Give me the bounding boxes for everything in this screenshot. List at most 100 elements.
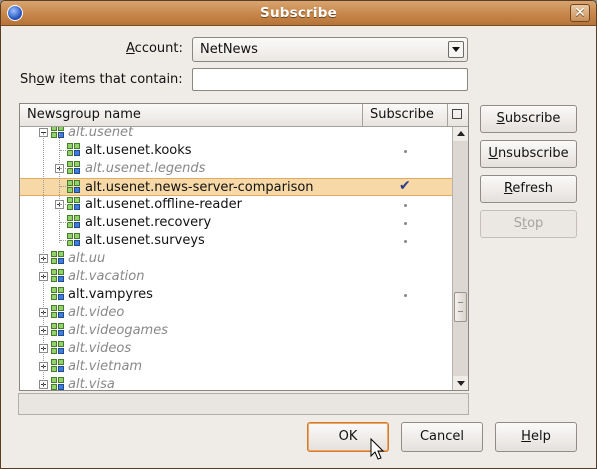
- tree-row[interactable]: alt.usenet.news-server-comparison ✔: [20, 178, 452, 196]
- newsgroup-name: alt.uu: [68, 251, 106, 266]
- tree-row[interactable]: alt.usenet: [20, 127, 452, 142]
- newsgroup-name: alt.video: [68, 305, 125, 320]
- subscribe-toggle[interactable]: [400, 340, 410, 358]
- tree-row[interactable]: alt.usenet.recovery: [20, 214, 452, 232]
- subscribe-button[interactable]: Subscribe: [480, 105, 577, 133]
- newsgroup-icon: [51, 359, 66, 374]
- mouse-pointer-icon: [370, 438, 385, 460]
- subscribe-dialog: Subscribe ✕ Account: NetNews Show items …: [0, 0, 597, 469]
- newsgroup-name: alt.usenet.legends: [85, 161, 206, 176]
- newsgroup-name: alt.usenet.surveys: [85, 233, 205, 248]
- tree-row[interactable]: alt.vampyres: [20, 286, 452, 304]
- tree-guide-line: [60, 186, 68, 187]
- newsgroup-name: alt.usenet.news-server-comparison: [85, 180, 314, 195]
- arrow-up-icon: [457, 131, 465, 136]
- subscribe-toggle[interactable]: [400, 160, 410, 178]
- tree-guide-line: [60, 150, 68, 151]
- close-icon: ✕: [574, 5, 586, 21]
- newsgroup-icon: [51, 305, 66, 320]
- subscribe-toggle[interactable]: [400, 142, 410, 160]
- newsgroup-icon: [67, 215, 82, 230]
- tree-row[interactable]: alt.visa: [20, 376, 452, 390]
- subscribe-toggle[interactable]: [400, 214, 410, 232]
- account-label: Account:: [126, 41, 183, 56]
- newsgroup-icon: [67, 180, 82, 195]
- column-header-subscribe[interactable]: Subscribe: [363, 104, 448, 126]
- filter-label: Show items that contain:: [20, 72, 183, 87]
- unsubscribed-dot-icon: [404, 294, 407, 297]
- tree-guide-line: [60, 222, 68, 223]
- unsubscribed-dot-icon: [404, 150, 407, 153]
- dropdown-arrow-button[interactable]: [448, 41, 464, 58]
- newsgroup-icon: [51, 377, 66, 390]
- close-button[interactable]: ✕: [570, 4, 590, 22]
- newsgroup-name: alt.vampyres: [68, 287, 153, 302]
- tree-rows: alt.usenet alt.usenet.kooks alt.usenet.leg…: [20, 127, 452, 390]
- newsgroup-name: alt.videogames: [68, 323, 168, 338]
- newsgroup-icon: [67, 197, 82, 212]
- newsgroup-icon: [51, 341, 66, 356]
- tree-guide-line: [60, 168, 68, 169]
- newsgroup-icon: [67, 143, 82, 158]
- subscribe-toggle[interactable]: [400, 127, 410, 142]
- column-header-name[interactable]: Newsgroup name: [20, 104, 363, 126]
- newsgroup-name: alt.vacation: [68, 269, 145, 284]
- cancel-button[interactable]: Cancel: [401, 422, 483, 452]
- scroll-up-button[interactable]: [453, 127, 468, 141]
- status-bar: [18, 393, 469, 415]
- subscribe-toggle[interactable]: [400, 322, 410, 340]
- newsgroup-icon: [51, 251, 66, 266]
- unsubscribed-dot-icon: [404, 222, 407, 225]
- refresh-button[interactable]: Refresh: [480, 175, 577, 203]
- subscribe-toggle[interactable]: [400, 304, 410, 322]
- subscribe-toggle[interactable]: [400, 250, 410, 268]
- newsgroup-name: alt.usenet.kooks: [85, 143, 192, 158]
- account-value: NetNews: [200, 42, 258, 57]
- window-title: Subscribe: [260, 5, 337, 21]
- column-picker-button[interactable]: [448, 104, 468, 126]
- stop-button[interactable]: Stop: [480, 210, 577, 238]
- newsgroup-name: alt.usenet: [68, 127, 134, 140]
- tree-row[interactable]: alt.usenet.offline-reader: [20, 196, 452, 214]
- scroll-down-button[interactable]: [453, 376, 468, 390]
- tree-row[interactable]: alt.usenet.surveys: [20, 232, 452, 250]
- title-bar[interactable]: Subscribe ✕: [1, 1, 596, 26]
- unsubscribed-dot-icon: [404, 240, 407, 243]
- subscribe-toggle[interactable]: [400, 286, 410, 304]
- newsgroup-icon: [67, 161, 82, 176]
- tree-row[interactable]: alt.uu: [20, 250, 452, 268]
- help-button[interactable]: Help: [495, 422, 577, 452]
- tree-guide-line: [43, 133, 44, 390]
- tree-guide-line: [60, 240, 68, 241]
- newsgroup-icon: [51, 287, 66, 302]
- newsgroup-icon: [67, 233, 82, 248]
- vertical-scrollbar[interactable]: [452, 127, 468, 390]
- scrollbar-thumb[interactable]: [454, 292, 467, 322]
- arrow-down-icon: [457, 381, 465, 386]
- tree-row[interactable]: alt.vietnam: [20, 358, 452, 376]
- newsgroup-name: alt.videos: [68, 341, 132, 356]
- subscribe-toggle[interactable]: [400, 232, 410, 250]
- subscribe-toggle[interactable]: [400, 376, 410, 390]
- subscribe-toggle[interactable]: [400, 268, 410, 286]
- chevron-down-icon: [452, 47, 460, 52]
- account-dropdown[interactable]: NetNews: [192, 37, 468, 62]
- newsgroup-icon: [51, 323, 66, 338]
- tree-guide-line: [60, 204, 68, 205]
- unsubscribed-dot-icon: [404, 204, 407, 207]
- newsgroup-name: alt.vietnam: [68, 359, 143, 374]
- subscribe-toggle[interactable]: [400, 196, 410, 214]
- tree-row[interactable]: alt.videos: [20, 340, 452, 358]
- tree-row[interactable]: alt.videogames: [20, 322, 452, 340]
- subscribe-toggle[interactable]: ✔: [399, 178, 411, 197]
- newsgroup-tree[interactable]: Newsgroup name Subscribe alt.usenet alt.u…: [19, 103, 469, 391]
- unsubscribe-button[interactable]: Unsubscribe: [480, 140, 577, 168]
- newsgroup-name: alt.usenet.offline-reader: [85, 197, 242, 212]
- tree-row[interactable]: alt.video: [20, 304, 452, 322]
- tree-row[interactable]: alt.usenet.legends: [20, 160, 452, 178]
- subscribe-toggle[interactable]: [400, 358, 410, 376]
- newsgroup-name: alt.usenet.recovery: [85, 215, 212, 230]
- tree-row[interactable]: alt.vacation: [20, 268, 452, 286]
- filter-input[interactable]: [192, 68, 468, 91]
- tree-row[interactable]: alt.usenet.kooks: [20, 142, 452, 160]
